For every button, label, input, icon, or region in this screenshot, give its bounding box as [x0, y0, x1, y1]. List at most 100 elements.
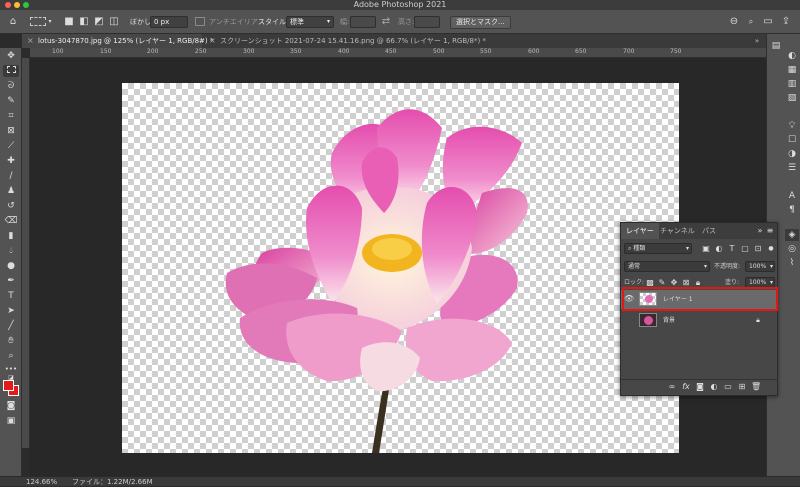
history-icon[interactable]: ▤: [769, 40, 783, 52]
path-select-tool-icon[interactable]: ➤: [3, 305, 19, 317]
share-icon[interactable]: ⇪: [780, 16, 792, 28]
close-icon[interactable]: ×: [209, 34, 216, 48]
tab-layers[interactable]: レイヤー: [621, 223, 659, 239]
tab-channels[interactable]: チャンネル: [655, 223, 700, 239]
swap-icon[interactable]: ⇄: [380, 16, 392, 28]
brush-tool-icon[interactable]: ∕: [3, 170, 19, 182]
foreground-color-swatch[interactable]: [3, 380, 14, 391]
more-tabs-icon[interactable]: »: [750, 34, 764, 48]
ruler-tick-label: 750: [670, 48, 682, 55]
crop-tool-icon[interactable]: ⌗: [3, 110, 19, 122]
marquee-tool-icon[interactable]: [3, 65, 19, 77]
swatches-icon[interactable]: ▦: [785, 64, 799, 76]
new-selection-icon[interactable]: ■: [64, 16, 74, 28]
width-input[interactable]: [350, 16, 376, 28]
properties-icon[interactable]: ☰: [785, 162, 799, 174]
filter-adjustment-icon[interactable]: ◐: [714, 244, 724, 254]
layer-name: 背景: [663, 317, 676, 324]
antialias-label: アンチエイリアス: [209, 18, 265, 26]
adjustment-layer-icon[interactable]: ◐: [709, 382, 719, 392]
quick-mask-icon[interactable]: ◙: [3, 400, 19, 412]
line-tool-icon[interactable]: ╱: [3, 320, 19, 332]
delete-layer-icon[interactable]: 🗑︎: [751, 382, 761, 392]
adjustments-icon[interactable]: ◑: [785, 148, 799, 160]
patterns-icon[interactable]: ▧: [785, 92, 799, 104]
learn-icon[interactable]: 💡︎: [785, 120, 799, 132]
color-icon[interactable]: ◐: [785, 50, 799, 62]
move-tool-icon[interactable]: ✥: [3, 50, 19, 62]
collapse-icon[interactable]: »: [755, 226, 765, 236]
channels-icon[interactable]: ◎: [785, 243, 799, 255]
discover-icon[interactable]: ⊖: [728, 16, 740, 28]
tab-screenshot[interactable]: × スクリーンショット 2021-07-24 15.41.16.png @ 66…: [204, 34, 494, 48]
gradients-icon[interactable]: ▥: [785, 78, 799, 90]
workspace-icon[interactable]: ▭: [762, 16, 774, 28]
subtract-selection-icon[interactable]: ◩: [93, 16, 105, 28]
dodge-tool-icon[interactable]: ●: [3, 260, 19, 272]
paragraph-icon[interactable]: ¶: [785, 204, 799, 216]
link-layers-icon[interactable]: ∞: [667, 382, 677, 392]
ruler-tick-label: 150: [100, 48, 112, 55]
filter-toggle-icon[interactable]: ●: [766, 244, 776, 254]
select-and-mask-button[interactable]: 選択とマスク...: [450, 16, 511, 29]
paths-icon[interactable]: ⌇: [785, 257, 799, 269]
close-icon[interactable]: ×: [27, 34, 34, 48]
chevron-down-icon: ▾: [703, 263, 707, 270]
eraser-tool-icon[interactable]: ⌫: [3, 215, 19, 227]
type-tool-icon[interactable]: T: [3, 290, 19, 302]
lotus-image: [225, 109, 528, 453]
layer-thumbnail: [639, 313, 657, 327]
quick-select-tool-icon[interactable]: ✎: [3, 95, 19, 107]
new-group-icon[interactable]: ▭: [723, 382, 733, 392]
zoom-window-button[interactable]: [23, 2, 29, 8]
frame-tool-icon[interactable]: ⊠: [3, 125, 19, 137]
antialias-checkbox[interactable]: [195, 17, 205, 26]
feather-input[interactable]: 0 px: [150, 16, 188, 28]
blur-tool-icon[interactable]: 💧︎: [3, 245, 19, 257]
new-layer-icon[interactable]: ⊞: [737, 382, 747, 392]
pen-tool-icon[interactable]: ✒: [3, 275, 19, 287]
screen-mode-icon[interactable]: ▣: [3, 415, 19, 427]
style-select-value: 標準: [290, 18, 304, 26]
opacity-input[interactable]: 100% ▾: [745, 261, 775, 272]
blend-mode-select[interactable]: 通常 ▾: [624, 261, 710, 272]
layer-filter-select[interactable]: ⌕ 種類 ▾: [624, 243, 692, 254]
libraries-icon[interactable]: ☐: [785, 134, 799, 146]
height-input[interactable]: [414, 16, 440, 28]
tab-paths[interactable]: パス: [697, 223, 721, 239]
document-canvas[interactable]: [122, 83, 679, 453]
gradient-tool-icon[interactable]: ▮: [3, 230, 19, 242]
layer-row-background[interactable]: 背景 🔒︎: [621, 311, 777, 330]
panel-menu-icon[interactable]: ≡: [765, 226, 775, 236]
chevron-down-icon: ▾: [326, 18, 330, 25]
filter-shape-icon[interactable]: ▢: [740, 244, 750, 254]
height-label: 高さ:: [398, 18, 415, 26]
tab-label: lotus-3047870.jpg @ 125% (レイヤー 1, RGB/8#…: [38, 37, 214, 45]
zoom-tool-icon[interactable]: ⌕: [3, 350, 19, 362]
search-icon[interactable]: ⌕: [745, 16, 757, 28]
history-brush-tool-icon[interactable]: ↺: [3, 200, 19, 212]
tab-lotus[interactable]: × lotus-3047870.jpg @ 125% (レイヤー 1, RGB/…: [22, 34, 213, 48]
layer-style-icon[interactable]: fx: [681, 382, 691, 392]
filter-pixel-icon[interactable]: ▣: [701, 244, 711, 254]
minimize-window-button[interactable]: [14, 2, 20, 8]
chevron-down-icon[interactable]: ▾: [46, 16, 54, 28]
healing-brush-tool-icon[interactable]: ✚: [3, 155, 19, 167]
hand-tool-icon[interactable]: ✋︎: [3, 335, 19, 347]
ruler-tick-label: 250: [195, 48, 207, 55]
filter-type-icon[interactable]: T: [727, 244, 737, 254]
character-icon[interactable]: A: [785, 190, 799, 202]
eyedropper-tool-icon[interactable]: ⟋: [3, 140, 19, 152]
style-select[interactable]: 標準 ▾: [286, 16, 334, 28]
add-mask-icon[interactable]: ◙: [695, 382, 705, 392]
filter-smart-object-icon[interactable]: ⊡: [753, 244, 763, 254]
layers-icon[interactable]: ◈: [785, 229, 799, 241]
clone-stamp-tool-icon[interactable]: ♟: [3, 185, 19, 197]
add-selection-icon[interactable]: ◧: [78, 16, 90, 28]
close-window-button[interactable]: [5, 2, 11, 8]
lasso-tool-icon[interactable]: ᘐ: [3, 80, 19, 92]
marquee-preset-icon[interactable]: [30, 17, 46, 26]
intersect-selection-icon[interactable]: ◫: [108, 16, 120, 28]
opacity-label: 不透明度:: [714, 263, 741, 270]
home-icon[interactable]: ⌂: [6, 16, 20, 28]
